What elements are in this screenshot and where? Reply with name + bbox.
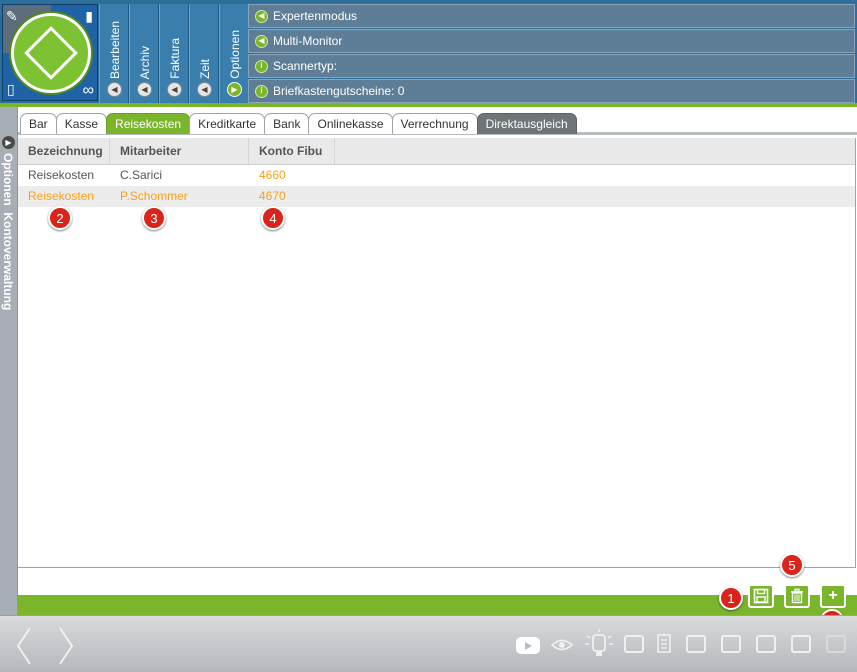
- table-row[interactable]: Reisekosten C.Sarici 4660: [18, 165, 855, 186]
- info-icon: i: [255, 84, 268, 98]
- option-label: Expertenmodus: [273, 9, 358, 23]
- marker-5: 5: [780, 553, 804, 577]
- tab-bank[interactable]: Bank: [264, 113, 310, 134]
- nav-tab-label: Zeit: [198, 58, 212, 79]
- nav-tab-zeit[interactable]: Zeit ◀: [189, 4, 219, 103]
- arrow-left-icon: ◀: [255, 9, 268, 23]
- tab-kasse[interactable]: Kasse: [55, 113, 108, 134]
- options-info-panel: ◀ Expertenmodus ◀ Multi-Monitor i Scanne…: [248, 4, 855, 103]
- table-row-selected[interactable]: Reisekosten P.Schommer 4670: [18, 186, 855, 207]
- main-content: Bar Kasse Reisekosten Kreditkarte Bank O…: [18, 107, 857, 615]
- account-type-tabs: Bar Kasse Reisekosten Kreditkarte Bank O…: [20, 113, 577, 134]
- side-panel-label[interactable]: Optionen Kontoverwaltung: [1, 153, 15, 310]
- tab-bar: Bar Kasse Reisekosten Kreditkarte Bank O…: [18, 107, 857, 135]
- next-arrow-icon[interactable]: [56, 626, 76, 666]
- nav-tab-archiv[interactable]: Archiv ◀: [129, 4, 159, 103]
- document-list-icon[interactable]: [657, 634, 675, 654]
- marker-3: 3: [142, 206, 166, 230]
- column-header-konto-fibu[interactable]: Konto Fibu: [249, 138, 335, 164]
- marker-2: 2: [48, 206, 72, 230]
- save-icon: [753, 588, 769, 604]
- tab-kreditkarte[interactable]: Kreditkarte: [189, 113, 266, 134]
- arrow-left-icon[interactable]: ◀: [167, 82, 182, 97]
- tab-bar-account[interactable]: Bar: [20, 113, 57, 134]
- envelope-icon[interactable]: [826, 635, 846, 653]
- option-label: Briefkastengutscheine: 0: [273, 84, 405, 98]
- save-button[interactable]: [748, 584, 774, 608]
- nav-tab-bearbeiten[interactable]: Bearbeiten ◀: [99, 4, 129, 103]
- document-icon: ▮: [85, 8, 93, 24]
- pen-icon: ✎: [6, 8, 18, 24]
- delete-button[interactable]: [784, 584, 810, 608]
- option-scannertyp[interactable]: i Scannertyp:: [248, 54, 855, 78]
- top-header: ✎ ▮ ▯ ∞ Bearbeiten ◀ Archiv ◀ Faktura ◀ …: [0, 0, 857, 107]
- infinity-icon: ∞: [82, 82, 94, 99]
- option-multi-monitor[interactable]: ◀ Multi-Monitor: [248, 29, 855, 53]
- info-icon: i: [255, 59, 268, 73]
- trash-icon: [791, 588, 803, 604]
- option-expertenmodus[interactable]: ◀ Expertenmodus: [248, 4, 855, 28]
- cell-konto-fibu: 4670: [259, 189, 286, 203]
- mail-archive-icon[interactable]: [791, 635, 811, 653]
- side-panel: ▶ Optionen Kontoverwaltung: [0, 107, 18, 615]
- arrow-right-icon[interactable]: ▶: [227, 82, 242, 97]
- lightbulb-icon[interactable]: [584, 628, 614, 660]
- diamond-icon: [24, 26, 78, 80]
- calendar-icon[interactable]: [686, 635, 706, 653]
- cell-bezeichnung: Reisekosten: [28, 168, 95, 182]
- vertical-nav-tabs: Bearbeiten ◀ Archiv ◀ Faktura ◀ Zeit ◀ O…: [99, 4, 249, 103]
- option-briefkastengutscheine[interactable]: i Briefkastengutscheine: 0: [248, 79, 855, 103]
- nav-tab-label: Optionen: [228, 30, 242, 79]
- cell-mitarbeiter: C.Sarici: [120, 168, 163, 182]
- nav-tab-faktura[interactable]: Faktura ◀: [159, 4, 189, 103]
- nav-tab-optionen[interactable]: Optionen ▶: [219, 4, 249, 103]
- column-header-bezeichnung[interactable]: Bezeichnung: [18, 138, 110, 164]
- cell-konto-fibu: 4660: [259, 168, 286, 182]
- cell-bezeichnung: Reisekosten: [28, 189, 95, 203]
- marker-4: 4: [261, 206, 285, 230]
- previous-arrow-icon[interactable]: [14, 626, 34, 666]
- marker-1: 1: [719, 586, 743, 610]
- option-label: Multi-Monitor: [273, 34, 343, 48]
- tab-verrechnung[interactable]: Verrechnung: [391, 113, 478, 134]
- eye-icon[interactable]: [550, 636, 574, 654]
- tab-onlinekasse[interactable]: Onlinekasse: [308, 113, 393, 134]
- arrow-left-icon[interactable]: ◀: [137, 82, 152, 97]
- window-icon[interactable]: [624, 635, 644, 653]
- youtube-icon[interactable]: [516, 637, 540, 654]
- column-header-mitarbeiter[interactable]: Mitarbeiter: [110, 138, 249, 164]
- arrow-left-icon[interactable]: ◀: [197, 82, 212, 97]
- nav-tab-label: Faktura: [168, 38, 182, 79]
- chevron-right-icon[interactable]: ▶: [2, 136, 15, 149]
- table-header: Bezeichnung Mitarbeiter Konto Fibu: [18, 138, 855, 165]
- tab-direktausgleich[interactable]: Direktausgleich: [476, 113, 577, 134]
- play-icon: [525, 641, 532, 650]
- nav-tab-label: Archiv: [138, 45, 152, 79]
- gallery-icon[interactable]: [721, 635, 741, 653]
- tab-reisekosten[interactable]: Reisekosten: [106, 113, 191, 134]
- tablet-icon: ▯: [7, 81, 15, 97]
- logo-emblem: [11, 13, 91, 93]
- nav-tab-label: Bearbeiten: [108, 20, 122, 79]
- cell-mitarbeiter: P.Schommer: [120, 189, 188, 203]
- bottom-toolbar: [0, 615, 857, 672]
- add-button[interactable]: +: [820, 584, 846, 608]
- arrow-left-icon[interactable]: ◀: [107, 82, 122, 97]
- euro-icon[interactable]: [756, 635, 776, 653]
- app-logo[interactable]: ✎ ▮ ▯ ∞: [2, 4, 98, 101]
- arrow-left-icon: ◀: [255, 34, 268, 48]
- option-label: Scannertyp:: [273, 59, 338, 73]
- accounts-table: Bezeichnung Mitarbeiter Konto Fibu Reise…: [18, 138, 855, 207]
